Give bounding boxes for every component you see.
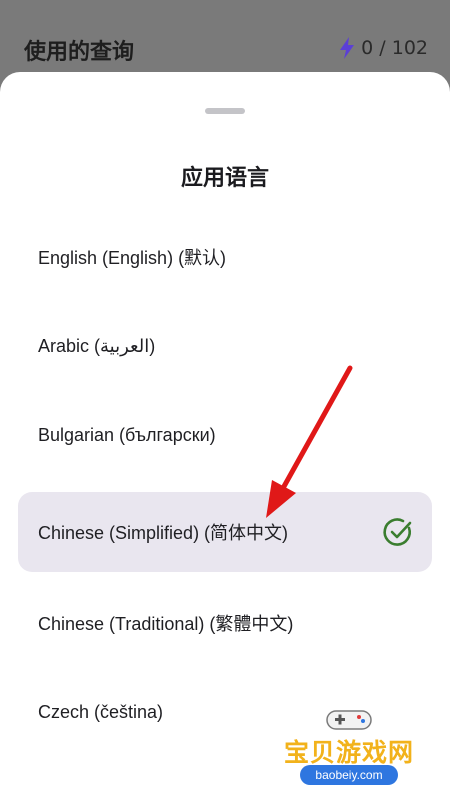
top-bar: 使用的查询 0 / 102 (0, 0, 450, 75)
check-circle-icon (382, 516, 414, 552)
watermark-url: baobeiy.com (300, 765, 398, 785)
language-bottom-sheet: 应用语言 English (English) (默认) Arabic (العر… (0, 72, 450, 800)
drag-handle[interactable] (205, 108, 245, 114)
language-label: Czech (čeština) (38, 701, 164, 722)
watermark: 宝贝游戏网 baobeiy.com (278, 705, 420, 795)
language-label: Chinese (Simplified) (简体中文) (38, 523, 289, 543)
sheet-title: 应用语言 (180, 166, 269, 191)
quota-count: 0 / 102 (361, 37, 428, 59)
language-label: Arabic (العربية) (38, 335, 156, 356)
language-item-chinese-simplified[interactable]: Chinese (Simplified) (简体中文) (18, 492, 432, 572)
lightning-icon (339, 37, 355, 59)
page-title: 使用的查询 (24, 40, 135, 65)
language-label: English (English) (默认) (38, 248, 227, 268)
language-item-arabic[interactable]: Arabic (العربية) (18, 306, 432, 386)
query-quota: 0 / 102 (339, 37, 428, 59)
language-label: Chinese (Traditional) (繁體中文) (38, 614, 294, 634)
watermark-text: 宝贝游戏网 (283, 738, 414, 767)
language-item-bulgarian[interactable]: Bulgarian (български) (18, 395, 432, 475)
language-label: Bulgarian (български) (38, 424, 216, 445)
language-item-chinese-traditional[interactable]: Chinese (Traditional) (繁體中文) (18, 583, 432, 663)
language-item-english[interactable]: English (English) (默认) (18, 217, 432, 297)
